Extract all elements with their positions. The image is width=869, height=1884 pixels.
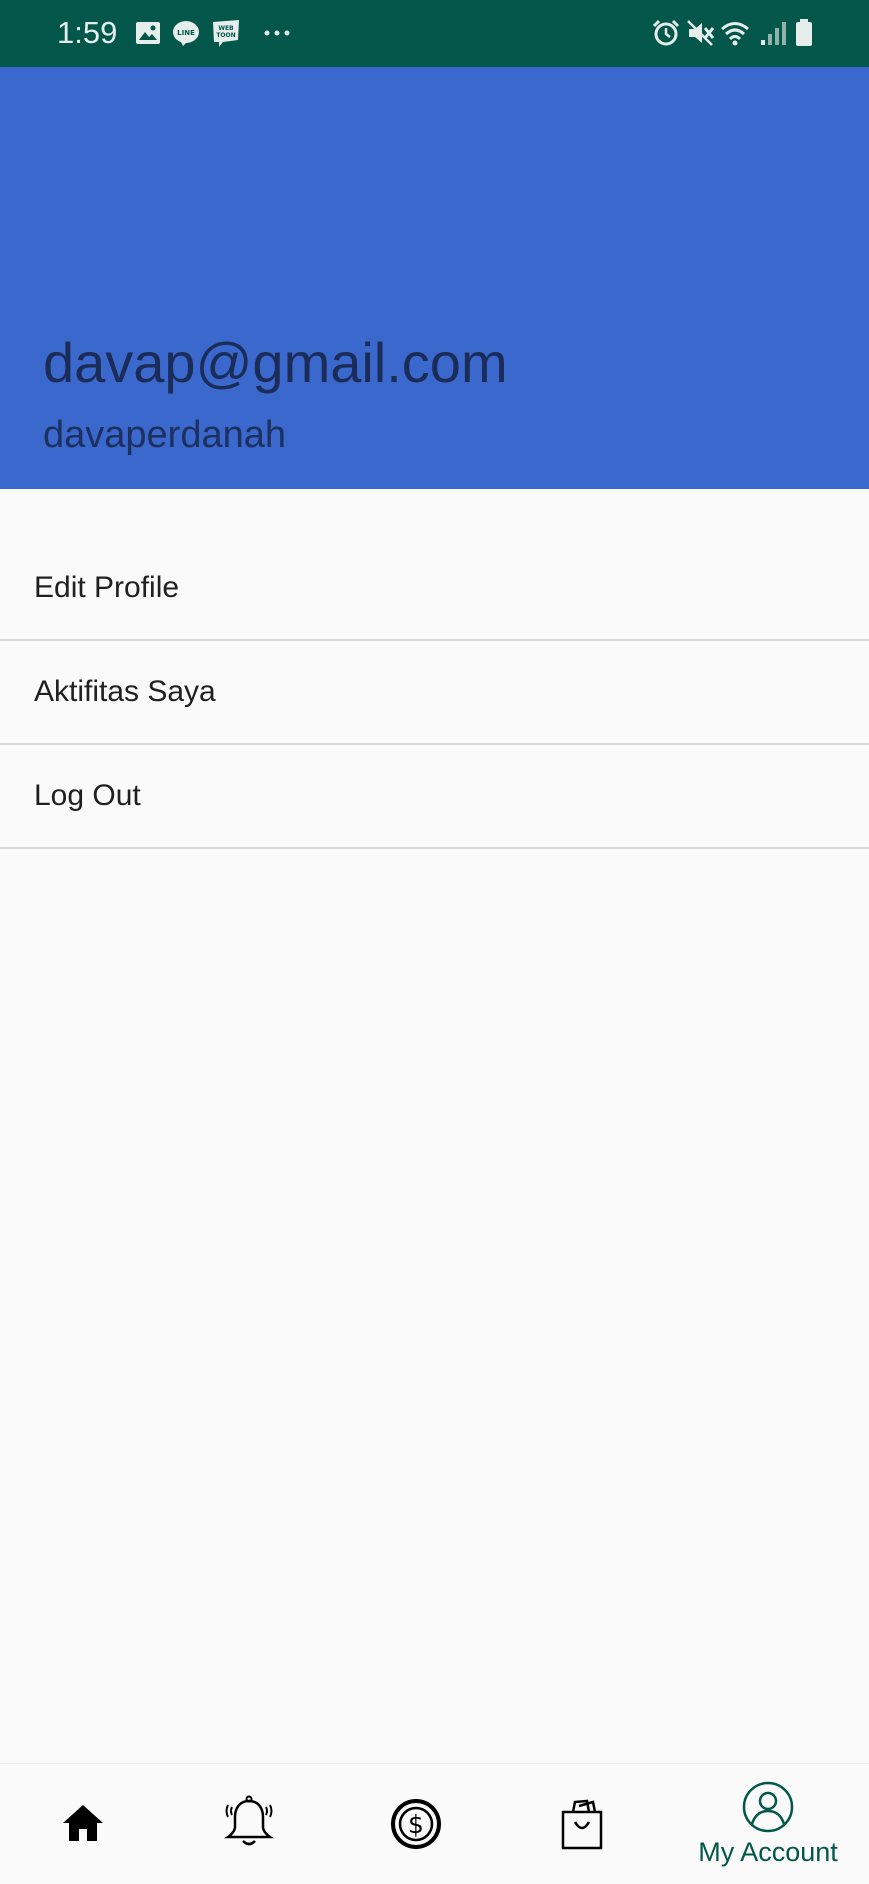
signal-icon (758, 18, 788, 48)
home-icon (61, 1802, 105, 1844)
nav-label-my-account: My Account (698, 1837, 838, 1867)
svg-text:LINE: LINE (177, 29, 195, 37)
gallery-icon (133, 18, 163, 48)
profile-username: davaperdanah (43, 414, 286, 456)
svg-text:TOON: TOON (216, 32, 235, 39)
menu-item-label: Log Out (34, 779, 141, 812)
bell-icon (223, 1795, 275, 1849)
account-menu: Edit Profile Aktifitas Saya Log Out (0, 537, 869, 849)
svg-text:$: $ (408, 1810, 424, 1839)
wifi-icon (720, 18, 750, 48)
line-app-icon: LINE (171, 18, 201, 48)
svg-text:WEB: WEB (218, 25, 234, 32)
nav-my-account[interactable]: My Account (685, 1764, 851, 1884)
shopping-bag-icon (559, 1798, 605, 1850)
menu-item-aktifitas-saya[interactable]: Aktifitas Saya (0, 641, 869, 745)
nav-home[interactable] (0, 1764, 166, 1884)
dollar-coin-icon: $ (390, 1798, 442, 1850)
menu-item-label: Edit Profile (34, 571, 180, 604)
mute-icon (685, 18, 715, 48)
more-dots-icon (262, 18, 292, 48)
status-time: 1:59 (57, 15, 118, 50)
nav-notifications[interactable] (166, 1764, 332, 1884)
battery-icon (789, 18, 819, 48)
nav-shop[interactable] (499, 1764, 665, 1884)
profile-email: davap@gmail.com (43, 331, 508, 394)
alarm-icon (651, 18, 681, 48)
menu-item-log-out[interactable]: Log Out (0, 745, 869, 849)
webtoon-icon: WEB TOON (211, 18, 241, 48)
nav-payment[interactable]: $ (333, 1764, 499, 1884)
menu-item-edit-profile[interactable]: Edit Profile (0, 537, 869, 641)
profile-header: davap@gmail.com davaperdanah (0, 67, 869, 489)
account-icon (742, 1781, 794, 1833)
status-bar: 1:59 LINE WEB TOON (0, 0, 869, 67)
bottom-navigation: $ My Account (0, 1763, 869, 1884)
menu-item-label: Aktifitas Saya (34, 675, 216, 708)
